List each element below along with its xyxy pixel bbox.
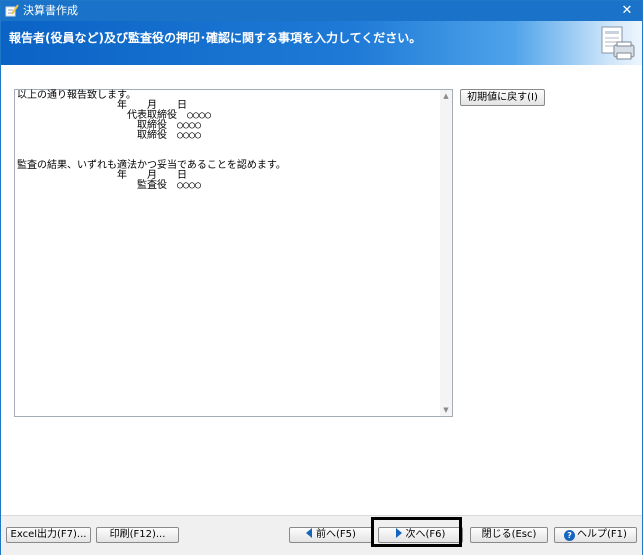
help-circle-icon: ? bbox=[564, 530, 576, 541]
help-button-label: ヘルプ(F1) bbox=[577, 529, 627, 540]
excel-export-button[interactable]: Excel出力(F7)... bbox=[6, 527, 91, 543]
scroll-down-arrow-icon[interactable]: ▼ bbox=[440, 404, 452, 416]
printer-document-icon bbox=[601, 26, 635, 60]
report-text-content[interactable]: 以上の通り報告致します。 年 月 日 代表取締役 ○○○○ 取締役 ○○○○ 取… bbox=[17, 91, 437, 191]
window-close-button[interactable]: ✕ bbox=[618, 2, 636, 20]
next-button[interactable]: 次へ(F6) bbox=[378, 527, 463, 543]
window-title: 決算書作成 bbox=[23, 4, 78, 17]
report-text-area[interactable]: 以上の通り報告致します。 年 月 日 代表取締役 ○○○○ 取締役 ○○○○ 取… bbox=[14, 89, 453, 417]
triangle-right-icon bbox=[395, 528, 402, 538]
instruction-text: 報告者(役員など)及び監査役の押印･確認に関する事項を入力してください。 bbox=[9, 31, 422, 45]
help-button[interactable]: ? ヘルプ(F1) bbox=[554, 527, 637, 543]
print-button[interactable]: 印刷(F12)... bbox=[96, 527, 179, 543]
dialog-window: 決算書作成 ✕ 報告者(役員など)及び監査役の押印･確認に関する事項を入力してく… bbox=[0, 0, 643, 555]
main-body: 以上の通り報告致します。 年 月 日 代表取締役 ○○○○ 取締役 ○○○○ 取… bbox=[1, 65, 642, 515]
triangle-left-icon bbox=[306, 528, 313, 538]
previous-button-label: 前へ(F5) bbox=[316, 529, 356, 540]
footer-bar: Excel出力(F7)... 印刷(F12)... 前へ(F5) 次へ(F6) … bbox=[1, 515, 642, 555]
instruction-header: 報告者(役員など)及び監査役の押印･確認に関する事項を入力してください。 bbox=[1, 21, 642, 65]
scroll-up-arrow-icon[interactable]: ▲ bbox=[440, 90, 452, 102]
notebook-pen-icon bbox=[5, 4, 19, 17]
vertical-scrollbar[interactable]: ▲ ▼ bbox=[440, 90, 452, 416]
close-dialog-button[interactable]: 閉じる(Esc) bbox=[470, 527, 548, 543]
title-bar: 決算書作成 ✕ bbox=[1, 1, 642, 21]
previous-button[interactable]: 前へ(F5) bbox=[289, 527, 373, 543]
next-button-label: 次へ(F6) bbox=[405, 529, 446, 540]
reset-to-default-button[interactable]: 初期値に戻す(I) bbox=[460, 89, 545, 106]
